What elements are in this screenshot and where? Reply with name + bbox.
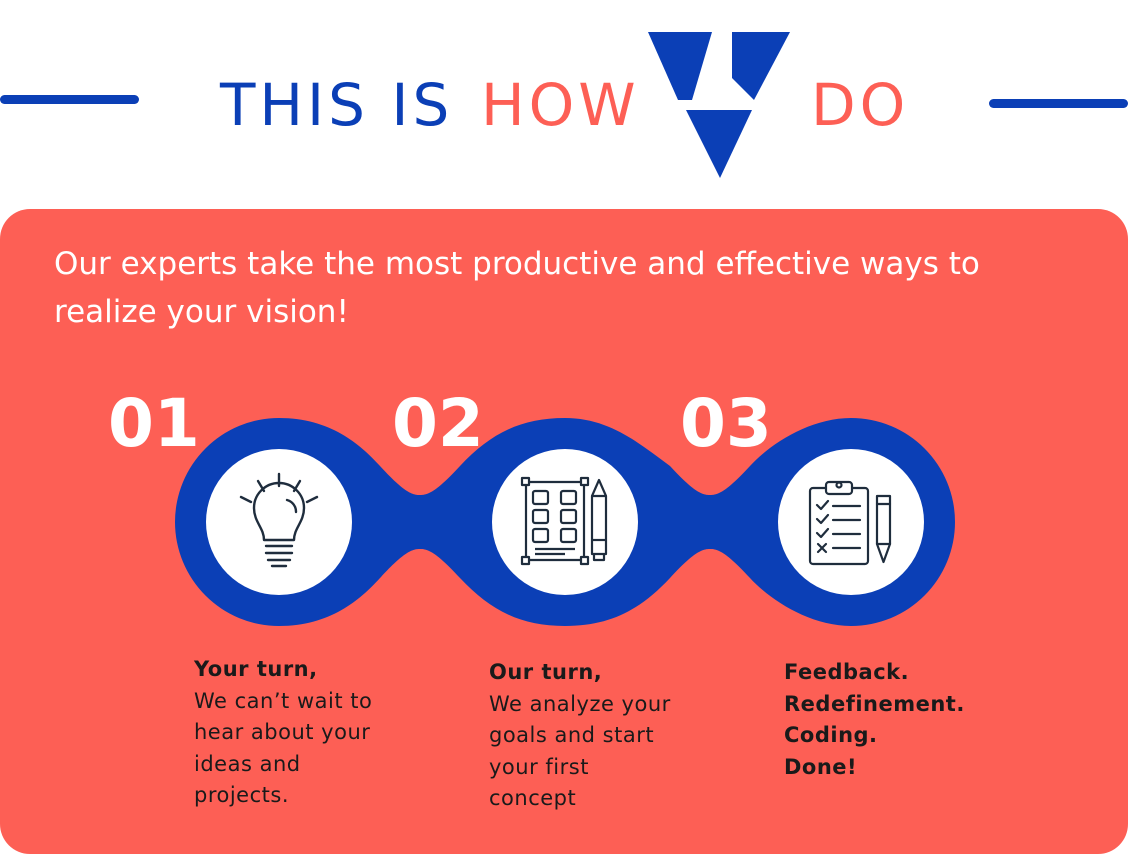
step1-number: 01 — [108, 385, 200, 462]
step3-circle — [778, 449, 924, 595]
step2-line: We analyze your — [489, 691, 671, 716]
intro-text: Our experts take the most productive and… — [54, 246, 980, 330]
step2-description: Our turn, We analyze your goals and star… — [489, 657, 719, 815]
step1-line: We can’t wait to — [194, 688, 373, 713]
step2-line: goals and start — [489, 723, 655, 747]
step2-line: concept — [489, 786, 577, 810]
step3-heading-line: Redefinement. — [784, 691, 965, 716]
step3-heading-line: Coding. — [784, 723, 878, 747]
step3-heading-line: Feedback. — [784, 660, 910, 684]
step2-heading: Our turn, — [489, 660, 603, 684]
header-line-right — [989, 99, 1128, 108]
v-logo-icon — [648, 32, 790, 178]
step1-description: Your turn, We can’t wait to hear about y… — [194, 654, 424, 812]
step1-circle — [206, 449, 352, 595]
title-this-is: THIS IS — [220, 71, 454, 139]
title-how: HOW — [481, 71, 640, 139]
step3-number: 03 — [680, 385, 772, 462]
step1-line: hear about your — [194, 720, 371, 744]
title-do: DO — [811, 71, 910, 139]
step1-line: projects. — [194, 783, 290, 807]
step3-description: Feedback. Redefinement. Coding. Done! — [784, 657, 1014, 783]
step1-line: ideas and — [194, 751, 301, 776]
header-line-left — [0, 95, 139, 104]
step2-line: your first — [489, 754, 589, 779]
step2-number: 02 — [392, 385, 484, 462]
step1-heading: Your turn, — [194, 657, 318, 681]
step3-heading-line: Done! — [784, 754, 858, 779]
